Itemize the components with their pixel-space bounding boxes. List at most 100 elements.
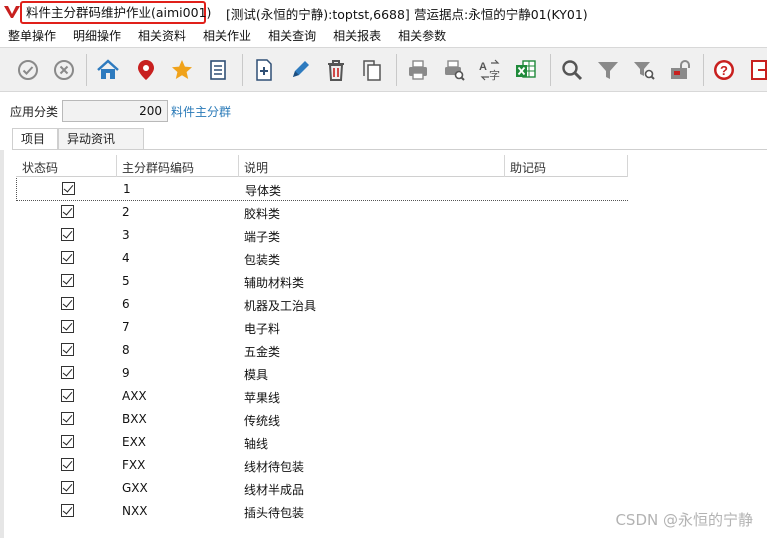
status-checkbox[interactable] xyxy=(62,182,75,195)
row-code[interactable]: 3 xyxy=(122,228,130,242)
filter-icon[interactable] xyxy=(594,56,622,84)
row-code[interactable]: 9 xyxy=(122,366,130,380)
row-description[interactable]: 电子料 xyxy=(244,320,280,337)
category-field[interactable]: 200 xyxy=(62,100,168,122)
row-code[interactable]: 8 xyxy=(122,343,130,357)
row-code[interactable]: NXX xyxy=(122,504,147,518)
row-description[interactable]: 胶料类 xyxy=(244,205,280,222)
status-checkbox[interactable] xyxy=(61,504,74,517)
table-row[interactable]: 9 模具 xyxy=(16,362,628,385)
filter-search-icon[interactable] xyxy=(630,56,658,84)
status-checkbox[interactable] xyxy=(61,297,74,310)
search-icon[interactable] xyxy=(558,56,586,84)
table-row[interactable]: FXX 线材待包装 xyxy=(16,454,628,477)
menu-related-report[interactable]: 相关报表 xyxy=(333,27,381,44)
row-description[interactable]: 线材待包装 xyxy=(244,458,304,475)
status-checkbox[interactable] xyxy=(61,458,74,471)
row-code[interactable]: 2 xyxy=(122,205,130,219)
column-separator[interactable] xyxy=(627,155,628,177)
tab-change-info[interactable]: 异动资讯 xyxy=(58,128,144,150)
column-separator[interactable] xyxy=(238,155,239,177)
status-checkbox[interactable] xyxy=(61,274,74,287)
row-description[interactable]: 五金类 xyxy=(244,343,280,360)
column-header-code[interactable]: 主分群码编码 xyxy=(122,159,194,176)
favorite-star-icon[interactable] xyxy=(168,56,196,84)
row-description[interactable]: 机器及工治具 xyxy=(244,297,316,314)
table-row[interactable]: 4 包装类 xyxy=(16,247,628,270)
column-header-mnemonic[interactable]: 助记码 xyxy=(510,159,546,176)
row-description[interactable]: 包装类 xyxy=(244,251,280,268)
row-description[interactable]: 辅助材料类 xyxy=(244,274,304,291)
print-icon[interactable] xyxy=(404,56,432,84)
home-icon[interactable] xyxy=(94,56,122,84)
status-checkbox[interactable] xyxy=(61,205,74,218)
table-row[interactable]: EXX 轴线 xyxy=(16,431,628,454)
edit-pencil-icon[interactable] xyxy=(286,56,314,84)
row-code[interactable]: GXX xyxy=(122,481,148,495)
row-description[interactable]: 传统线 xyxy=(244,412,280,429)
column-header-description[interactable]: 说明 xyxy=(244,159,268,176)
location-pin-icon[interactable] xyxy=(132,56,160,84)
row-code[interactable]: FXX xyxy=(122,458,145,472)
menu-related-params[interactable]: 相关参数 xyxy=(398,27,446,44)
status-checkbox[interactable] xyxy=(61,481,74,494)
row-code[interactable]: 7 xyxy=(122,320,130,334)
left-splitter[interactable] xyxy=(0,150,4,538)
row-description[interactable]: 轴线 xyxy=(244,435,268,452)
tab-items[interactable]: 项目 xyxy=(12,128,58,150)
category-name-link[interactable]: 料件主分群 xyxy=(171,103,231,120)
menu-related-data[interactable]: 相关资料 xyxy=(138,27,186,44)
table-row[interactable]: 1 导体类 xyxy=(16,178,628,201)
column-separator[interactable] xyxy=(116,155,117,177)
row-description[interactable]: 线材半成品 xyxy=(244,481,304,498)
row-description[interactable]: 模具 xyxy=(244,366,268,383)
status-checkbox[interactable] xyxy=(61,320,74,333)
column-separator[interactable] xyxy=(504,155,505,177)
table-row[interactable]: 7 电子料 xyxy=(16,316,628,339)
table-row[interactable]: 5 辅助材料类 xyxy=(16,270,628,293)
status-checkbox[interactable] xyxy=(61,366,74,379)
row-code[interactable]: AXX xyxy=(122,389,147,403)
translate-icon[interactable]: A字 xyxy=(476,56,504,84)
help-icon[interactable]: ? xyxy=(710,56,738,84)
status-checkbox[interactable] xyxy=(61,251,74,264)
table-row[interactable]: 2 胶料类 xyxy=(16,201,628,224)
excel-export-icon[interactable] xyxy=(512,56,540,84)
check-circle-icon[interactable] xyxy=(14,56,42,84)
table-row[interactable]: AXX 苹果线 xyxy=(16,385,628,408)
exit-icon[interactable] xyxy=(746,56,767,84)
row-description[interactable]: 苹果线 xyxy=(244,389,280,406)
row-description[interactable]: 导体类 xyxy=(245,182,281,199)
cancel-circle-icon[interactable] xyxy=(50,56,78,84)
row-description[interactable]: 端子类 xyxy=(244,228,280,245)
menu-detail[interactable]: 明细操作 xyxy=(73,27,121,44)
table-row[interactable]: BXX 传统线 xyxy=(16,408,628,431)
table-row[interactable]: GXX 线材半成品 xyxy=(16,477,628,500)
delete-trash-icon[interactable] xyxy=(322,56,350,84)
table-row[interactable]: NXX 插头待包装 xyxy=(16,500,628,523)
table-row[interactable]: 8 五金类 xyxy=(16,339,628,362)
row-code[interactable]: 6 xyxy=(122,297,130,311)
row-code[interactable]: BXX xyxy=(122,412,147,426)
print-preview-icon[interactable] xyxy=(440,56,468,84)
menu-related-operations[interactable]: 相关作业 xyxy=(203,27,251,44)
row-description[interactable]: 插头待包装 xyxy=(244,504,304,521)
status-checkbox[interactable] xyxy=(61,228,74,241)
row-code[interactable]: EXX xyxy=(122,435,146,449)
status-checkbox[interactable] xyxy=(61,343,74,356)
row-code[interactable]: 1 xyxy=(123,182,131,196)
menu-related-query[interactable]: 相关查询 xyxy=(268,27,316,44)
lock-icon[interactable] xyxy=(666,56,694,84)
status-checkbox[interactable] xyxy=(61,412,74,425)
table-row[interactable]: 6 机器及工治具 xyxy=(16,293,628,316)
status-checkbox[interactable] xyxy=(61,435,74,448)
table-row[interactable]: 3 端子类 xyxy=(16,224,628,247)
status-checkbox[interactable] xyxy=(61,389,74,402)
row-code[interactable]: 5 xyxy=(122,274,130,288)
row-code[interactable]: 4 xyxy=(122,251,130,265)
menu-whole-doc[interactable]: 整单操作 xyxy=(8,27,56,44)
list-document-icon[interactable] xyxy=(204,56,232,84)
copy-icon[interactable] xyxy=(358,56,386,84)
add-new-icon[interactable] xyxy=(250,56,278,84)
column-header-status[interactable]: 状态码 xyxy=(22,159,58,176)
